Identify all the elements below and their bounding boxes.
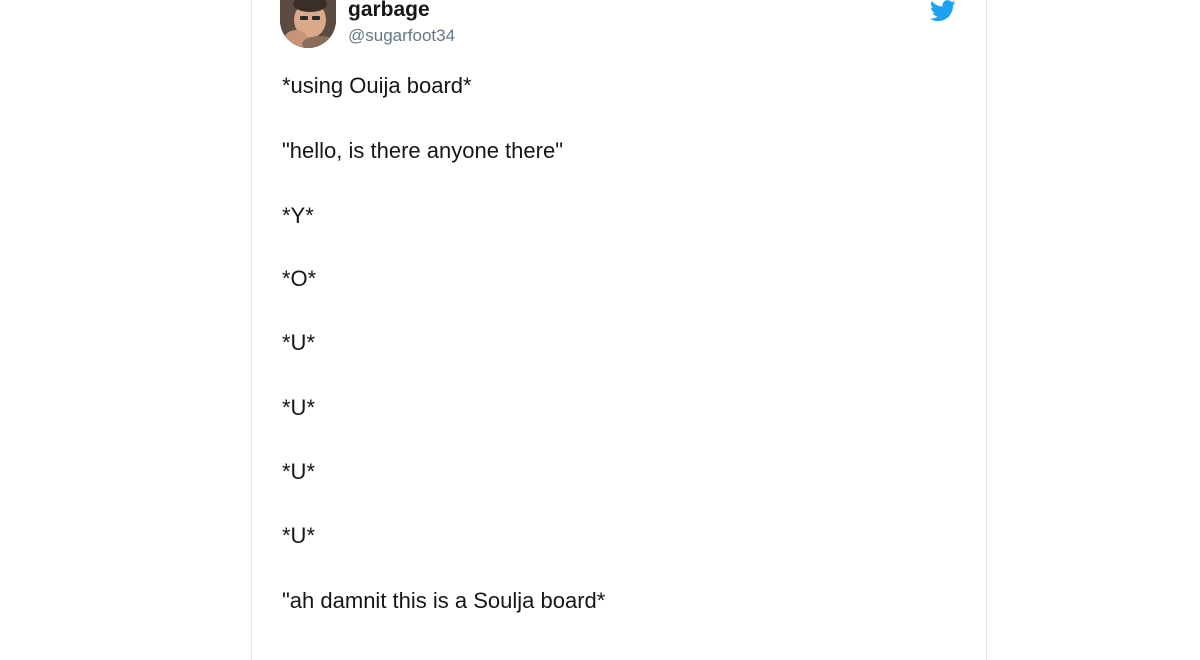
tweet-text-line: *U* [282, 523, 316, 548]
author-handle[interactable]: @sugarfoot34 [348, 25, 455, 47]
author-display-name[interactable]: garbage [348, 0, 430, 23]
tweet-text-line: *using Ouija board* [282, 73, 472, 98]
tweet-text-line: "hello, is there anyone there" [282, 138, 564, 163]
tweet-text-line: *O* [282, 266, 317, 291]
tweet-text-line: *Y* [282, 203, 314, 228]
tweet-text-line: *U* [282, 330, 316, 355]
twitter-bird-icon[interactable] [930, 0, 956, 22]
tweet-text-line: *U* [282, 459, 316, 484]
tweet-text-line: "ah damnit this is a Soulja board* [282, 588, 606, 613]
tweet-text-line: *U* [282, 395, 316, 420]
